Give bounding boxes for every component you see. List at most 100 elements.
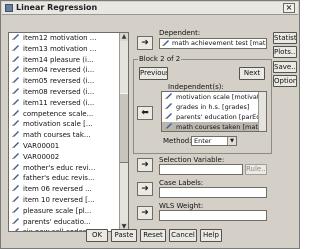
- scroll-up-icon[interactable]: ▲: [120, 33, 128, 41]
- arrow-right-icon: ➜: [141, 208, 149, 218]
- variable-list-item[interactable]: item08 reversed (i...: [9, 87, 121, 98]
- ok-button[interactable]: OK: [86, 229, 108, 242]
- independents-label: Independent(s):: [168, 83, 224, 91]
- method-value: Enter: [194, 137, 212, 145]
- variable-label: father's educ revis...: [23, 174, 95, 183]
- variable-list[interactable]: item12 motivation ... item13 motivation .…: [8, 32, 129, 232]
- paste-button[interactable]: Paste: [111, 229, 137, 242]
- scale-variable-icon: [12, 109, 19, 116]
- scroll-thumb[interactable]: [120, 93, 128, 163]
- scale-variable-icon: [12, 217, 19, 224]
- scale-variable-icon: [12, 66, 19, 73]
- help-button[interactable]: Help: [200, 229, 222, 242]
- scale-variable-icon: [15, 228, 19, 231]
- scale-variable-icon: [12, 77, 19, 84]
- arrow-right-icon: ➜: [141, 38, 149, 48]
- variable-list-item[interactable]: mother's educ revi...: [9, 163, 121, 174]
- variable-label: mother's educ revi...: [23, 163, 96, 172]
- independent-list-item[interactable]: grades in h.s. [grades]: [162, 102, 266, 112]
- previous-button[interactable]: Previous: [139, 67, 168, 80]
- move-wls-weight-button[interactable]: ➜: [137, 206, 153, 220]
- move-selection-button[interactable]: ➜: [137, 158, 153, 172]
- plots-button[interactable]: Plots...: [273, 46, 297, 58]
- variable-list-scrollbar[interactable]: ▲ ▼: [119, 33, 128, 231]
- close-button[interactable]: ×: [283, 3, 295, 13]
- variable-list-item[interactable]: motivation scale [...: [9, 119, 121, 130]
- variable-label: parents' educatio...: [23, 217, 91, 226]
- variable-list-item[interactable]: item14 pleasure (i...: [9, 55, 121, 66]
- cancel-button[interactable]: Cancel: [169, 229, 197, 242]
- move-case-labels-button[interactable]: ➜: [137, 182, 153, 196]
- app-icon: [5, 4, 13, 12]
- next-button[interactable]: Next: [239, 67, 265, 80]
- independent-list-item[interactable]: parents' education [parEduc]: [162, 112, 266, 122]
- scale-variable-icon: [12, 174, 19, 181]
- independents-scrollbar[interactable]: [258, 92, 266, 131]
- move-independent-button[interactable]: ⬅: [137, 106, 153, 120]
- arrow-right-icon: ➜: [141, 184, 149, 194]
- scale-variable-icon: [165, 123, 172, 129]
- scale-variable-icon: [12, 44, 19, 51]
- options-button[interactable]: Options...: [273, 75, 297, 87]
- variable-list-item[interactable]: VAR00002: [9, 152, 121, 163]
- independent-list-item[interactable]: motivation scale [motivation]: [162, 92, 266, 102]
- variable-list-item[interactable]: item13 motivation ...: [9, 44, 121, 55]
- scale-variable-icon: [12, 185, 19, 192]
- independent-list-item[interactable]: math courses taken [math...: [162, 122, 266, 131]
- scale-variable-icon: [12, 195, 19, 202]
- variable-label: item11 reversed (i...: [23, 98, 95, 107]
- method-select[interactable]: Enter ▼: [191, 136, 237, 146]
- variable-list-item[interactable]: parents' educatio...: [9, 217, 121, 228]
- case-labels-field[interactable]: [159, 187, 267, 198]
- wls-weight-field[interactable]: [159, 210, 267, 221]
- dependent-value: math achievement test [matha...: [172, 39, 266, 47]
- block-label: Block 2 of 2: [138, 55, 182, 63]
- scale-variable-icon: [12, 131, 19, 138]
- scale-variable-icon: [165, 103, 172, 109]
- variable-list-item[interactable]: math courses tak...: [9, 130, 121, 141]
- chevron-down-icon[interactable]: ▼: [227, 137, 236, 145]
- move-dependent-button[interactable]: ➜: [137, 36, 153, 50]
- scale-variable-icon: [12, 34, 19, 40]
- independent-label: math courses taken [math...: [176, 123, 266, 131]
- independent-label: grades in h.s. [grades]: [176, 103, 250, 111]
- arrow-right-icon: ➜: [141, 160, 149, 170]
- linear-regression-dialog: Linear Regression × item12 motivation ..…: [0, 0, 300, 249]
- arrow-left-icon: ⬅: [141, 108, 149, 118]
- variable-list-item[interactable]: item 06 reversed ...: [9, 184, 121, 195]
- dependent-field[interactable]: math achievement test [matha...: [159, 38, 267, 49]
- variable-label: item04 reversed (i...: [23, 66, 95, 75]
- variable-list-item[interactable]: father's educ revis...: [9, 173, 121, 184]
- dialog-title: Linear Regression: [16, 3, 98, 12]
- variable-list-item[interactable]: item12 motivation ...: [9, 33, 121, 44]
- independent-label: motivation scale [motivation]: [176, 93, 266, 101]
- scale-variable-icon: [12, 152, 19, 159]
- variable-list-item[interactable]: item11 reversed (i...: [9, 98, 121, 109]
- variable-list-item[interactable]: VAR00001: [9, 141, 121, 152]
- variable-list-item[interactable]: item04 reversed (i...: [9, 65, 121, 76]
- reset-button[interactable]: Reset: [140, 229, 166, 242]
- independents-list[interactable]: motivation scale [motivation] grades in h…: [161, 91, 267, 132]
- scale-variable-icon: [165, 93, 172, 99]
- variable-label: item14 pleasure (i...: [23, 55, 94, 64]
- variable-label: item 06 reversed ...: [23, 185, 92, 194]
- scale-variable-icon: [12, 206, 19, 213]
- scale-variable-icon: [12, 141, 19, 148]
- variable-list-items: item12 motivation ... item13 motivation .…: [9, 33, 121, 231]
- variable-label: item08 reversed (i...: [23, 87, 95, 96]
- statistics-button[interactable]: Statistics...: [273, 32, 297, 44]
- dependent-label: Dependent:: [159, 29, 201, 37]
- scale-variable-icon: [12, 55, 19, 62]
- variable-label: math courses tak...: [23, 131, 91, 140]
- save-button[interactable]: Save...: [273, 61, 297, 73]
- variable-label: pleasure scale [pl...: [23, 206, 92, 215]
- variable-list-item[interactable]: competence scale...: [9, 109, 121, 120]
- variable-list-item[interactable]: item 10 reversed [...: [9, 195, 121, 206]
- selection-variable-label: Selection Variable:: [159, 156, 225, 164]
- variable-list-item[interactable]: item05 reversed (i...: [9, 76, 121, 87]
- selection-variable-field[interactable]: [159, 164, 243, 175]
- variable-list-item[interactable]: pleasure scale [pl...: [9, 206, 121, 217]
- rule-button[interactable]: Rule...: [245, 164, 267, 175]
- scale-variable-icon: [12, 163, 19, 170]
- case-labels-label: Case Labels:: [159, 179, 204, 187]
